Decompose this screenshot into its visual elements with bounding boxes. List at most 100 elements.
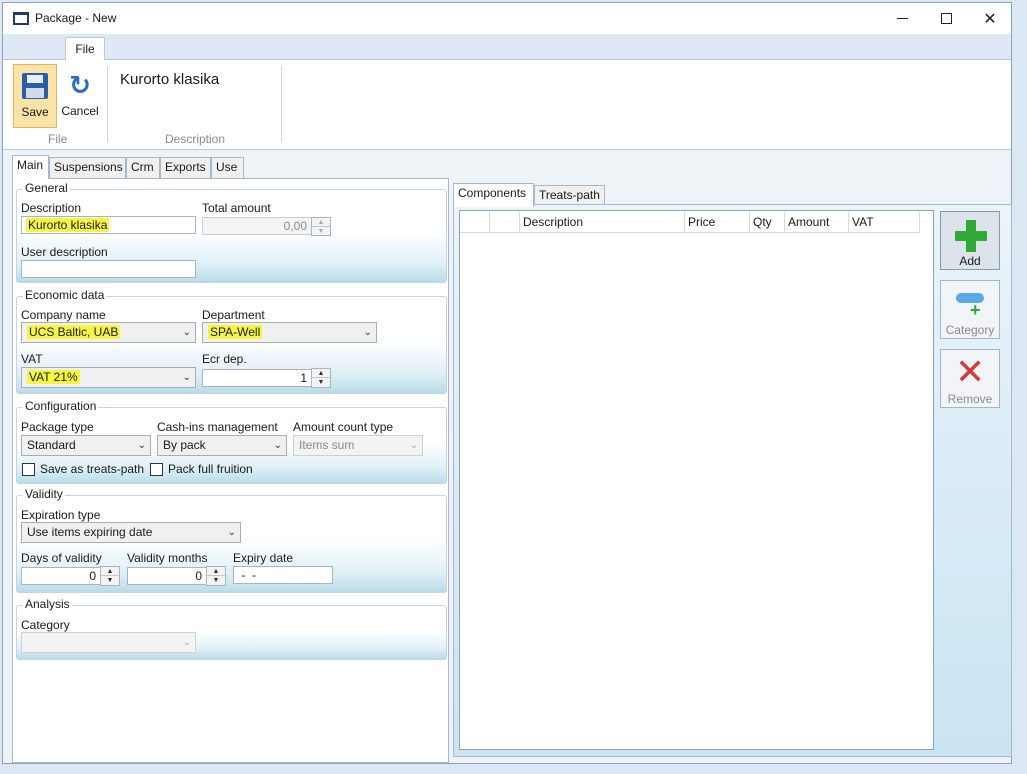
company-name-label: Company name [21, 308, 106, 322]
vat-value: VAT 21% [27, 370, 80, 384]
content-area: Main Suspensions Crm Exports Use General… [3, 150, 1012, 763]
pack-full-fruition-checkbox[interactable] [150, 463, 163, 476]
validity-title: Validity [23, 487, 65, 501]
vat-label: VAT [21, 352, 43, 366]
ecr-dep-spinner[interactable]: ▲ ▼ [311, 368, 331, 388]
spin-up-icon: ▲ [312, 218, 330, 227]
spin-up-icon: ▲ [312, 369, 330, 378]
category-button-label: Category [945, 323, 995, 337]
undo-arrow-icon: ↻ [69, 70, 91, 100]
amount-count-label: Amount count type [293, 420, 394, 434]
chevron-down-icon: ⌄ [227, 527, 236, 538]
minimize-button[interactable] [879, 3, 925, 34]
spin-down-icon: ▼ [106, 577, 114, 584]
package-type-select[interactable]: Standard ⌄ [21, 435, 151, 456]
tab-treats-path[interactable]: Treats-path [534, 185, 605, 206]
chevron-down-icon: ⌄ [182, 327, 191, 338]
analysis-group: Analysis Category ⌄ [16, 597, 447, 660]
cancel-button[interactable]: ↻ Cancel [60, 64, 100, 128]
grid-header-qty[interactable]: Qty [750, 211, 785, 233]
ribbon-separator [281, 66, 282, 142]
description-value: Kurorto klasika [26, 218, 110, 232]
save-button[interactable]: Save [13, 64, 57, 128]
grid-header-description[interactable]: Description [520, 211, 685, 233]
chevron-down-icon: ⌄ [137, 440, 146, 451]
chevron-down-icon: ⌄ [273, 440, 282, 451]
company-name-value: UCS Baltic, UAB [27, 325, 121, 339]
department-value: SPA-Well [208, 325, 263, 339]
spin-down-icon: ▼ [317, 227, 325, 235]
expiration-type-value: Use items expiring date [27, 525, 153, 539]
grid-header-price[interactable]: Price [685, 211, 750, 233]
tab-exports[interactable]: Exports [160, 157, 211, 178]
package-window: Package - New ✕ File Save ↻ Cancel File … [2, 2, 1012, 764]
vat-select[interactable]: VAT 21% ⌄ [21, 367, 196, 388]
total-amount-field[interactable]: 0,00 [202, 217, 312, 235]
ribbon-separator [107, 66, 108, 142]
amount-count-select[interactable]: Items sum ⌄ [293, 435, 423, 456]
cashins-value: By pack [163, 438, 206, 452]
department-select[interactable]: SPA-Well ⌄ [202, 322, 377, 343]
user-description-field[interactable] [21, 260, 196, 278]
ribbon-tab-strip: File [3, 34, 1011, 61]
tab-main[interactable]: Main [12, 155, 49, 179]
maximize-button[interactable] [923, 3, 969, 34]
company-name-select[interactable]: UCS Baltic, UAB ⌄ [21, 322, 196, 343]
components-grid[interactable]: Description Price Qty Amount VAT [459, 210, 934, 750]
expiration-type-label: Expiration type [21, 508, 101, 522]
chevron-down-icon: ⌄ [409, 440, 418, 451]
add-label: Add [959, 254, 981, 268]
expiry-date-label: Expiry date [233, 551, 294, 565]
category-label: Category [21, 618, 70, 632]
cancel-label: Cancel [61, 104, 99, 118]
components-panel: Description Price Qty Amount VAT Add + C… [453, 204, 1012, 757]
floppy-disk-icon [22, 73, 48, 99]
save-treats-path-label: Save as treats-path [40, 462, 145, 476]
category-select[interactable]: ⌄ [21, 632, 196, 653]
maximize-icon [940, 13, 952, 24]
main-tab-panel: General Description Kurorto klasika Tota… [12, 178, 449, 763]
validity-months-label: Validity months [127, 551, 208, 565]
ecr-dep-field[interactable]: 1 [202, 369, 312, 387]
spin-down-icon: ▼ [317, 379, 325, 386]
validity-months-spinner[interactable]: ▲ ▼ [206, 566, 226, 586]
grid-header-indicator[interactable] [490, 211, 520, 233]
validity-group: Validity Expiration type Use items expir… [16, 487, 447, 593]
spin-up-icon: ▲ [101, 567, 119, 576]
add-component-button[interactable]: Add [940, 211, 1000, 270]
ribbon: Save ↻ Cancel File Kurorto klasika Descr… [3, 60, 1011, 150]
tab-crm[interactable]: Crm [126, 157, 160, 178]
remove-component-button[interactable]: ✕ Remove [940, 349, 1000, 408]
close-icon: ✕ [983, 10, 997, 28]
grid-header: Description Price Qty Amount VAT [460, 211, 920, 233]
chevron-down-icon: ⌄ [182, 637, 191, 648]
general-group-title: General [23, 181, 70, 195]
close-button[interactable]: ✕ [967, 3, 1013, 34]
expiry-date-field[interactable]: - - [233, 566, 333, 584]
spin-down-icon: ▼ [212, 577, 220, 584]
chevron-down-icon: ⌄ [363, 327, 372, 338]
description-field[interactable]: Kurorto klasika [21, 216, 196, 234]
description-label: Description [21, 201, 82, 215]
save-treats-path-checkbox[interactable] [22, 463, 35, 476]
analysis-title: Analysis [23, 597, 72, 611]
add-category-button[interactable]: + Category [940, 280, 1000, 339]
grid-header-select[interactable] [460, 211, 490, 233]
tab-suspensions[interactable]: Suspensions [49, 157, 126, 178]
cashins-select[interactable]: By pack ⌄ [157, 435, 287, 456]
category-add-icon: + [941, 287, 999, 323]
ribbon-tab-file[interactable]: File [65, 37, 105, 61]
chevron-down-icon: ⌄ [182, 372, 191, 383]
days-of-validity-spinner[interactable]: ▲ ▼ [100, 566, 120, 586]
ecr-dep-label: Ecr dep. [202, 352, 247, 366]
validity-months-field[interactable]: 0 [127, 567, 207, 585]
expiration-type-select[interactable]: Use items expiring date ⌄ [21, 522, 241, 543]
grid-header-amount[interactable]: Amount [785, 211, 849, 233]
package-type-value: Standard [27, 438, 76, 452]
grid-header-vat[interactable]: VAT [849, 211, 920, 233]
days-of-validity-field[interactable]: 0 [21, 567, 101, 585]
tab-components[interactable]: Components [453, 183, 534, 207]
total-amount-spinner[interactable]: ▲ ▼ [311, 217, 331, 236]
configuration-title: Configuration [23, 399, 99, 413]
tab-use[interactable]: Use [211, 157, 244, 178]
